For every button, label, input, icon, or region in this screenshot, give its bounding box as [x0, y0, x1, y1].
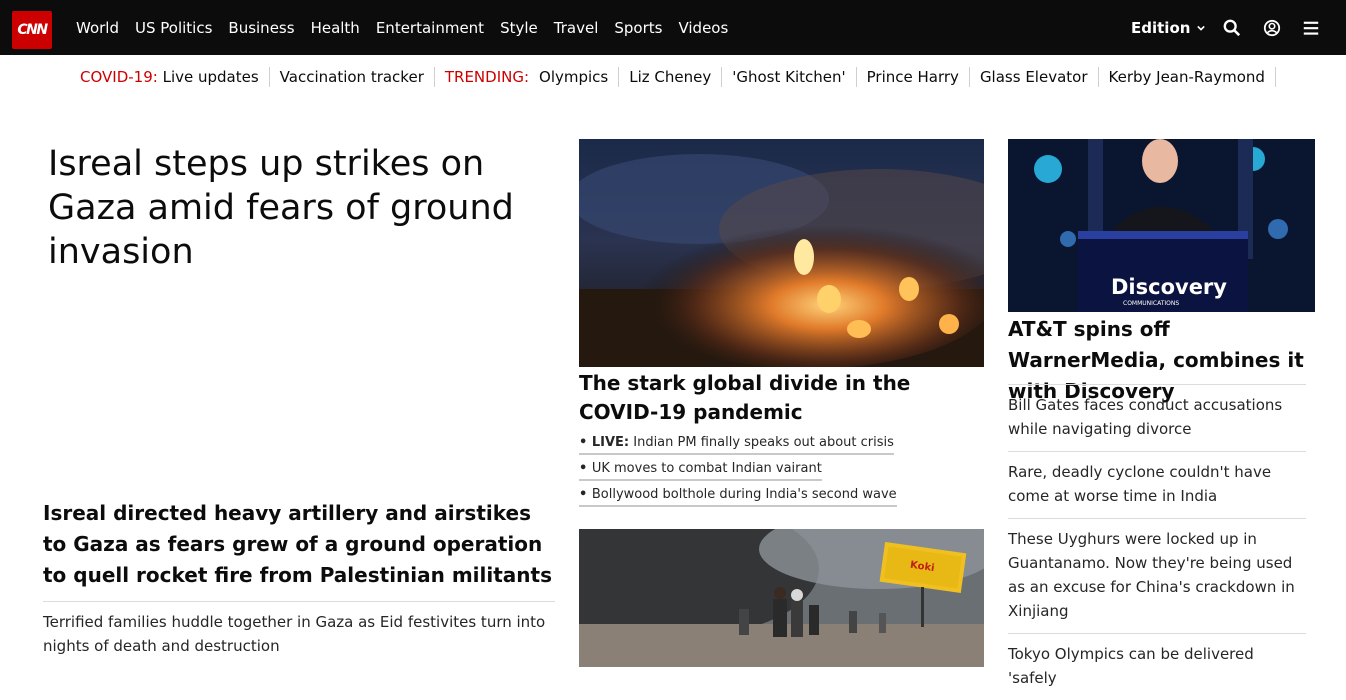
crematorium-fire-image[interactable]: [579, 139, 984, 367]
edition-dropdown[interactable]: Edition: [1131, 0, 1206, 55]
covid-link-text: Live updates: [162, 68, 259, 86]
cnn-logo[interactable]: CNN: [12, 11, 52, 49]
right-stories-list: Bill Gates faces conduct accusations whi…: [1008, 384, 1306, 700]
nav-business[interactable]: Business: [228, 19, 294, 37]
trending-liz-cheney[interactable]: Liz Cheney: [619, 67, 723, 87]
lead-subhead[interactable]: Isreal directed heavy artillery and airs…: [43, 498, 555, 591]
bullet-link-bollywood[interactable]: • Bollywood bolthole during India's seco…: [579, 487, 897, 507]
trending-label: TRENDING:: [444, 68, 530, 86]
nav-health[interactable]: Health: [311, 19, 360, 37]
lead-headline[interactable]: Isreal steps up strikes on Gaza amid fea…: [48, 142, 568, 274]
nav-videos[interactable]: Videos: [678, 19, 728, 37]
nav-style[interactable]: Style: [500, 19, 538, 37]
discovery-presenter-image[interactable]: Discovery COMMUNICATIONS: [1008, 139, 1315, 312]
list-item[interactable]: Bill Gates faces conduct accusations whi…: [1008, 384, 1306, 451]
vaccination-tracker-link[interactable]: Vaccination tracker: [270, 67, 435, 87]
discovery-logo-subtext: COMMUNICATIONS: [1123, 300, 1179, 307]
nav-sports[interactable]: Sports: [614, 19, 662, 37]
trending-prince-harry[interactable]: Prince Harry: [857, 67, 970, 87]
covid-label: COVID-19:: [80, 68, 158, 86]
covid-live-updates-link[interactable]: COVID-19: Live updates: [80, 67, 270, 87]
covid-bullet-links: • LIVE: Indian PM finally speaks out abo…: [579, 435, 984, 513]
top-navigation: CNN World US Politics Business Health En…: [0, 0, 1346, 55]
nav-entertainment[interactable]: Entertainment: [376, 19, 484, 37]
lead-related-list: Terrified families huddle together in Ga…: [43, 601, 555, 668]
section-nav: World US Politics Business Health Entert…: [76, 0, 744, 55]
discovery-logo-text: Discovery: [1111, 275, 1227, 299]
nav-world[interactable]: World: [76, 19, 119, 37]
user-icon[interactable]: [1263, 19, 1281, 37]
list-item[interactable]: These Uyghurs were locked up in Guantana…: [1008, 518, 1306, 633]
trending-olympics[interactable]: Olympics: [529, 67, 620, 87]
bullet-link-uk-variant[interactable]: • UK moves to combat Indian vairant: [579, 461, 822, 481]
trending-glass-elevator[interactable]: Glass Elevator: [970, 67, 1099, 87]
nav-travel[interactable]: Travel: [554, 19, 599, 37]
list-item[interactable]: Rare, deadly cyclone couldn't have come …: [1008, 451, 1306, 518]
search-icon[interactable]: [1223, 19, 1241, 37]
edition-label: Edition: [1131, 18, 1191, 37]
nav-us-politics[interactable]: US Politics: [135, 19, 212, 37]
trending-kerby-jean-raymond[interactable]: Kerby Jean-Raymond: [1099, 67, 1276, 87]
covid-divide-title[interactable]: The stark global divide in the COVID-19 …: [579, 369, 984, 427]
chevron-down-icon: [1197, 25, 1206, 31]
list-item[interactable]: Terrified families huddle together in Ga…: [43, 601, 555, 668]
trending-bar: COVID-19: Live updates Vaccination track…: [80, 62, 1276, 92]
clashes-smoke-image[interactable]: Koki: [579, 529, 984, 667]
bullet-link-live[interactable]: • LIVE: Indian PM finally speaks out abo…: [579, 435, 894, 455]
trending-ghost-kitchen[interactable]: 'Ghost Kitchen': [722, 67, 857, 87]
menu-icon[interactable]: [1302, 19, 1320, 37]
